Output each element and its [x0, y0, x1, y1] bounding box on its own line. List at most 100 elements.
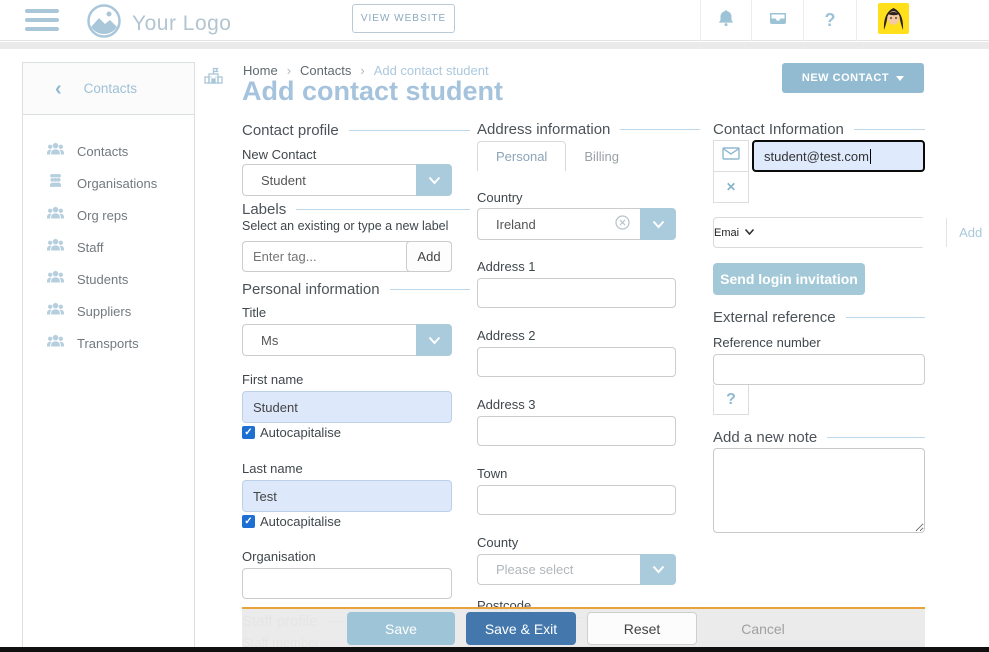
new-contact-label: New Contact — [242, 147, 452, 162]
county-select-placeholder: Please select — [477, 554, 640, 585]
send-login-invitation-button[interactable]: Send login invitation — [713, 263, 865, 295]
tab-personal[interactable]: Personal — [477, 141, 566, 171]
people-group-icon — [47, 301, 64, 321]
email-input[interactable]: student@test.com — [752, 140, 925, 172]
country-select-value: Ireland — [477, 208, 640, 240]
new-contact-select[interactable]: Student — [242, 164, 452, 196]
help-button[interactable]: ? — [803, 0, 856, 41]
reset-button[interactable]: Reset — [587, 612, 697, 645]
sidebar: ‹ Contacts Contacts Organisations Org re… — [22, 62, 195, 652]
school-building-icon[interactable] — [203, 66, 224, 92]
title-select-value: Ms — [242, 324, 416, 356]
contact-type-select[interactable]: Emai — [714, 218, 754, 247]
sidebar-item-suppliers[interactable]: Suppliers — [23, 295, 194, 327]
divider — [620, 129, 700, 130]
sidebar-back-header[interactable]: ‹ Contacts — [23, 63, 194, 115]
avatar-image — [878, 3, 909, 39]
address3-input[interactable] — [477, 416, 676, 446]
cancel-button[interactable]: Cancel — [708, 612, 818, 645]
country-select[interactable]: Ireland — [477, 208, 676, 240]
sidebar-item-label: Organisations — [77, 176, 157, 191]
county-select[interactable]: Please select — [477, 554, 676, 585]
new-contact-button-label: NEW CONTACT — [802, 72, 889, 84]
new-contact-select-value: Student — [242, 164, 416, 196]
reference-help-button[interactable]: ? — [713, 385, 749, 415]
sidebar-item-org-reps[interactable]: Org reps — [23, 199, 194, 231]
contact-type-value: Emai — [714, 227, 739, 239]
address2-input[interactable] — [477, 347, 676, 377]
title-select[interactable]: Ms — [242, 324, 452, 356]
reference-number-label: Reference number — [713, 335, 925, 350]
add-contact-method-row: Emai Add — [713, 217, 925, 248]
divider — [827, 437, 925, 438]
labels-hint: Select an existing or type a new label — [242, 219, 452, 233]
sidebar-item-organisations[interactable]: Organisations — [23, 167, 194, 199]
reference-number-input[interactable] — [713, 354, 925, 385]
divider — [854, 129, 925, 130]
checkbox-checked-icon[interactable]: ✓ — [242, 515, 255, 528]
last-name-input[interactable] — [242, 480, 452, 512]
envelope-icon — [722, 147, 740, 165]
sidebar-header-label: Contacts — [84, 81, 137, 96]
town-label: Town — [477, 466, 676, 481]
section-labels: Labels — [242, 201, 470, 218]
add-contact-method-button[interactable]: Add — [946, 218, 989, 247]
section-heading: Labels — [242, 201, 286, 218]
address1-label: Address 1 — [477, 259, 676, 274]
email-input-value: student@test.com — [764, 149, 869, 164]
remove-email-button[interactable]: ✕ — [713, 172, 749, 203]
town-input[interactable] — [477, 485, 676, 515]
page-title: Add contact student — [242, 76, 503, 107]
address1-input[interactable] — [477, 278, 676, 308]
autocapitalise-last: ✓ Autocapitalise — [242, 514, 452, 529]
chevron-down-icon[interactable] — [640, 208, 676, 240]
autocapitalise-first: ✓ Autocapitalise — [242, 425, 452, 440]
divider — [846, 317, 925, 318]
email-type-button[interactable] — [713, 140, 749, 172]
sidebar-item-students[interactable]: Students — [23, 263, 194, 295]
section-heading: Contact profile — [242, 122, 339, 139]
section-external-reference: External reference — [713, 309, 925, 326]
tab-billing[interactable]: Billing — [566, 141, 637, 171]
sidebar-item-transports[interactable]: Transports — [23, 327, 194, 359]
add-tag-button[interactable]: Add — [406, 241, 452, 272]
user-avatar[interactable] — [856, 0, 930, 41]
view-website-button[interactable]: VIEW WEBSITE — [352, 4, 455, 33]
new-contact-method-input[interactable] — [754, 218, 946, 247]
chevron-down-icon[interactable] — [640, 554, 676, 585]
section-add-note: Add a new note — [713, 429, 925, 446]
chevron-down-icon — [745, 227, 754, 238]
checkbox-checked-icon[interactable]: ✓ — [242, 426, 255, 439]
first-name-label: First name — [242, 372, 452, 387]
column-contact-information: Contact Information student@test.com ✕ E… — [713, 115, 925, 538]
divider — [296, 209, 470, 210]
sidebar-item-contacts[interactable]: Contacts — [23, 135, 194, 167]
question-icon: ? — [825, 10, 836, 31]
autocapitalise-label: Autocapitalise — [260, 425, 341, 440]
people-group-icon — [47, 269, 64, 289]
chevron-down-icon[interactable] — [416, 164, 452, 196]
first-name-input[interactable] — [242, 391, 452, 423]
notifications-button[interactable] — [700, 0, 751, 41]
chevron-down-icon[interactable] — [416, 324, 452, 356]
clear-selection-icon[interactable] — [615, 215, 630, 233]
new-contact-button[interactable]: NEW CONTACT — [782, 63, 924, 93]
save-button[interactable]: Save — [347, 612, 455, 645]
hamburger-menu-icon[interactable] — [25, 9, 59, 32]
sidebar-item-label: Students — [77, 272, 128, 287]
country-label: Country — [477, 190, 676, 205]
logo-text: Your Logo — [132, 12, 231, 36]
last-name-label: Last name — [242, 461, 452, 476]
save-and-exit-button[interactable]: Save & Exit — [466, 612, 576, 645]
email-entry-row: student@test.com — [713, 140, 925, 172]
section-personal-information: Personal information — [242, 281, 470, 298]
inbox-button[interactable] — [751, 0, 803, 41]
note-textarea[interactable] — [713, 448, 925, 533]
organisation-input[interactable] — [242, 568, 452, 599]
organisation-icon — [47, 173, 64, 193]
sidebar-item-staff[interactable]: Staff — [23, 231, 194, 263]
column-contact-profile: Contact profile New Contact Student Labe… — [242, 115, 470, 650]
logo[interactable]: Your Logo — [86, 3, 231, 44]
section-heading: Contact Information — [713, 121, 844, 138]
text-cursor — [870, 149, 871, 164]
